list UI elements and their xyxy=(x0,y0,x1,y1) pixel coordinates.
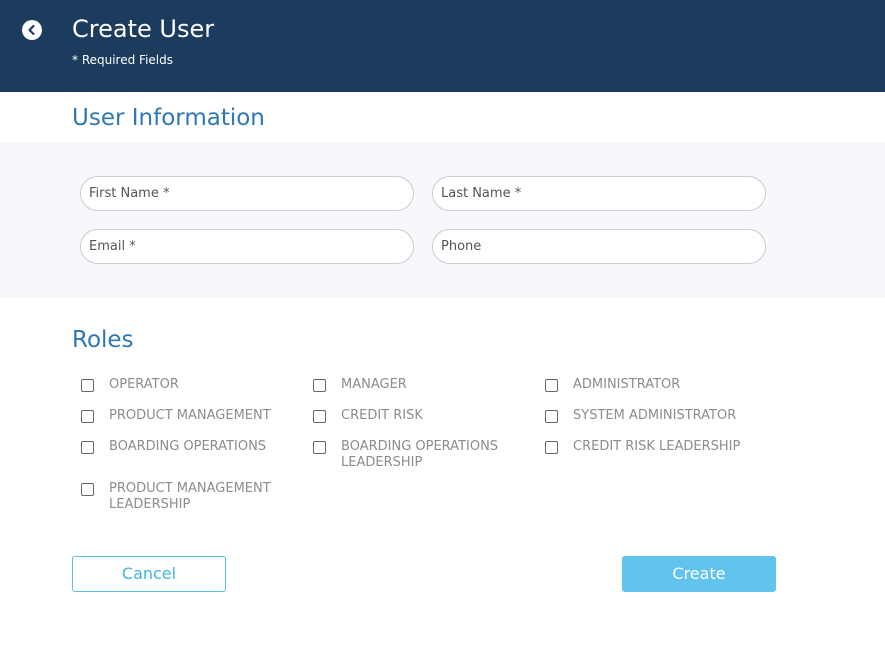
role-label: CREDIT RISK xyxy=(341,408,423,423)
role-label: MANAGER xyxy=(341,377,407,392)
back-button[interactable] xyxy=(22,20,42,40)
role-checkbox[interactable] xyxy=(545,410,558,423)
role-label: PRODUCT MANAGEMENT LEADERSHIP xyxy=(109,481,271,512)
first-name-field[interactable] xyxy=(80,176,414,211)
chevron-left-icon xyxy=(28,24,35,36)
role-label: BOARDING OPERATIONS LEADERSHIP xyxy=(341,439,499,470)
role-label: OPERATOR xyxy=(109,377,179,392)
role-checkbox[interactable] xyxy=(313,410,326,423)
role-label: PRODUCT MANAGEMENT xyxy=(109,408,271,423)
role-checkbox[interactable] xyxy=(81,441,94,454)
cancel-button[interactable]: Cancel xyxy=(72,556,226,592)
last-name-field[interactable] xyxy=(432,176,766,211)
page-title: Create User xyxy=(72,15,215,43)
required-fields-note: * Required Fields xyxy=(72,53,173,67)
role-checkbox[interactable] xyxy=(545,441,558,454)
role-checkbox[interactable] xyxy=(545,379,558,392)
phone-field[interactable] xyxy=(432,229,766,264)
email-field[interactable] xyxy=(80,229,414,264)
role-checkbox[interactable] xyxy=(81,483,94,496)
user-information-panel xyxy=(0,143,885,297)
page-header: Create User * Required Fields xyxy=(0,0,885,92)
role-checkbox[interactable] xyxy=(313,441,326,454)
role-label: ADMINISTRATOR xyxy=(573,377,681,392)
user-information-heading: User Information xyxy=(72,105,265,131)
role-label: BOARDING OPERATIONS xyxy=(109,439,267,454)
role-label: SYSTEM ADMINISTRATOR xyxy=(573,408,737,423)
role-label: CREDIT RISK LEADERSHIP xyxy=(573,439,741,454)
roles-heading: Roles xyxy=(72,327,134,353)
create-button[interactable]: Create xyxy=(622,556,776,592)
role-checkbox[interactable] xyxy=(313,379,326,392)
role-checkbox[interactable] xyxy=(81,410,94,423)
role-checkbox[interactable] xyxy=(81,379,94,392)
